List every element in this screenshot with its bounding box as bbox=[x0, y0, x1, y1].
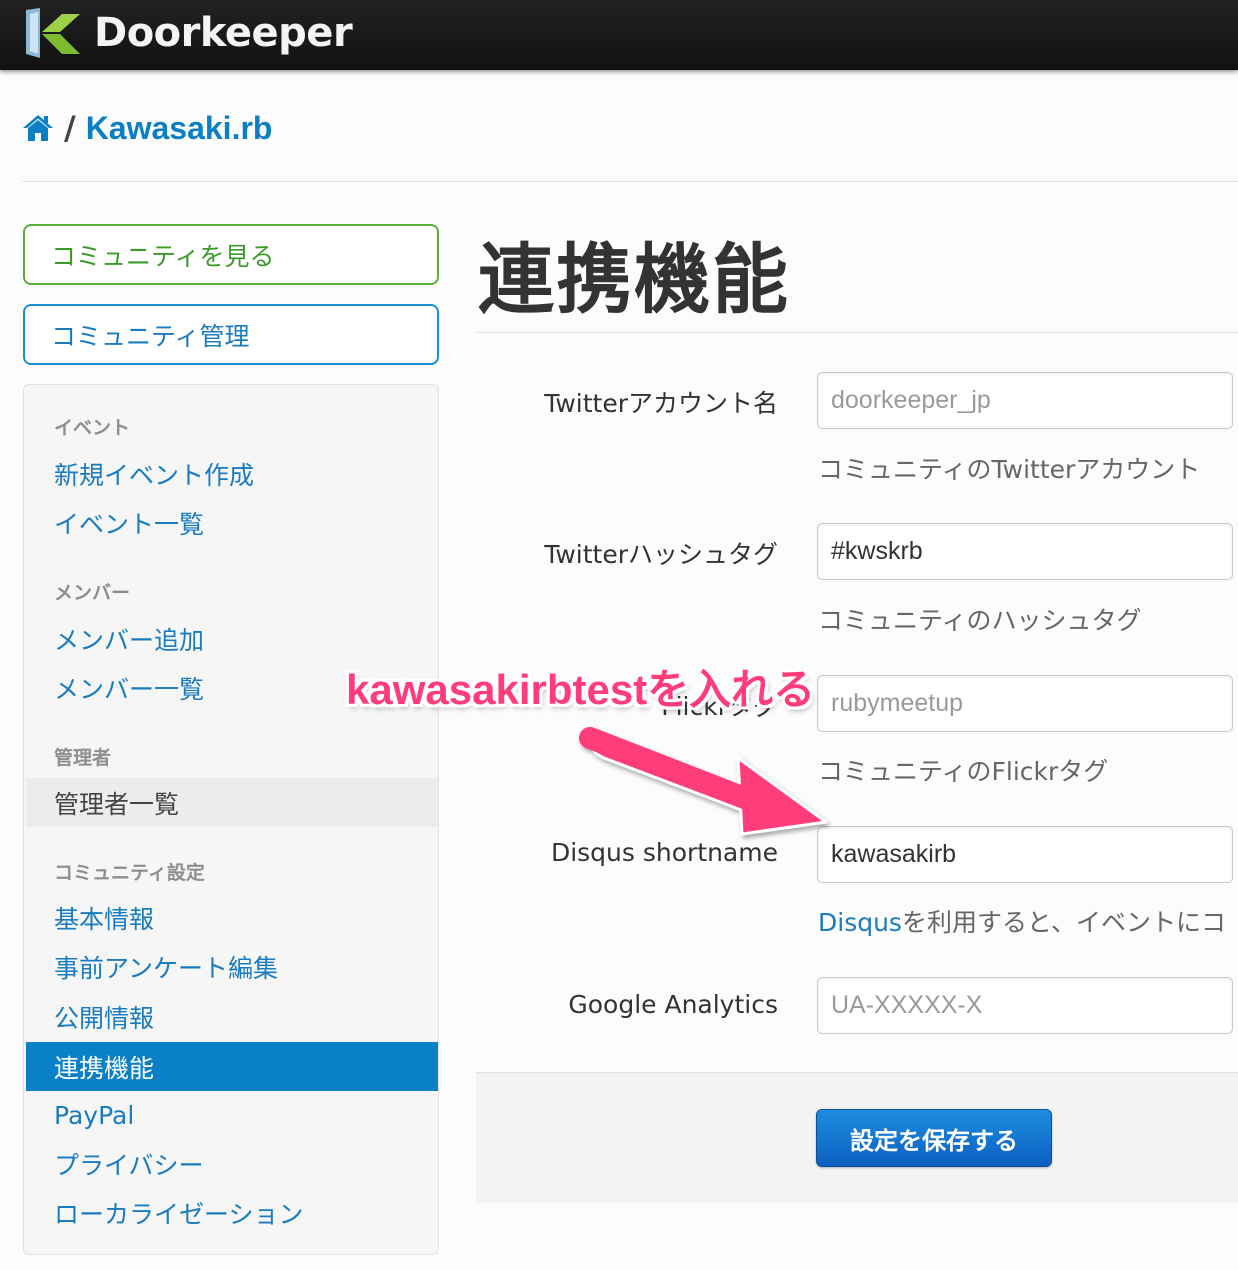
sidebar-item-basic-info[interactable]: 基本情報 bbox=[26, 893, 438, 942]
disqus-help: Disqusを利用すると、イベントにコ bbox=[818, 903, 1226, 939]
sidebar-item-questionnaire[interactable]: 事前アンケート編集 bbox=[26, 942, 438, 991]
top-navbar: Doorkeeper bbox=[0, 0, 1238, 70]
door-logo-icon bbox=[26, 8, 80, 58]
disqus-help-link[interactable]: Disqus bbox=[818, 908, 902, 937]
twitter-account-input[interactable] bbox=[817, 372, 1233, 429]
breadcrumb-separator: / bbox=[64, 109, 76, 147]
sidebar-item-new-event[interactable]: 新規イベント作成 bbox=[26, 449, 438, 498]
sidebar-item-integrations[interactable]: 連携機能 bbox=[26, 1042, 438, 1091]
twitter-hashtag-help: コミュニティのハッシュタグ bbox=[818, 606, 1142, 635]
view-community-button[interactable]: コミュニティを見る bbox=[23, 224, 439, 285]
sidebar-item-admin-list[interactable]: 管理者一覧 bbox=[26, 778, 438, 827]
twitter-hashtag-label: Twitterハッシュタグ bbox=[544, 540, 778, 569]
save-settings-button[interactable]: 設定を保存する bbox=[816, 1109, 1052, 1167]
page-title: 連携機能 bbox=[478, 235, 790, 324]
twitter-account-help: コミュニティのTwitterアカウント bbox=[818, 455, 1201, 484]
twitter-hashtag-input[interactable] bbox=[817, 523, 1233, 580]
disqus-help-text: を利用すると、イベントにコ bbox=[901, 908, 1226, 937]
flickr-tag-input[interactable] bbox=[817, 675, 1233, 732]
twitter-account-label: Twitterアカウント名 bbox=[544, 389, 778, 418]
flickr-tag-help: コミュニティのFlickrタグ bbox=[818, 757, 1109, 786]
sidebar-item-event-list[interactable]: イベント一覧 bbox=[26, 498, 438, 547]
manage-community-button[interactable]: コミュニティ管理 bbox=[23, 304, 439, 365]
nav-header-events: イベント bbox=[54, 417, 131, 439]
sidebar-item-public-info[interactable]: 公開情報 bbox=[26, 992, 438, 1041]
divider bbox=[22, 181, 1238, 182]
nav-header-admins: 管理者 bbox=[54, 747, 112, 769]
sidebar-item-paypal[interactable]: PayPal bbox=[26, 1091, 438, 1140]
sidebar-nav: イベント 新規イベント作成 イベント一覧 メンバー メンバー追加 メンバー一覧 … bbox=[23, 384, 439, 1255]
home-icon[interactable] bbox=[22, 113, 54, 143]
disqus-label: Disqus shortname bbox=[550, 838, 778, 867]
annotation-text: kawasakirbtestを入れる bbox=[346, 666, 816, 713]
nav-header-settings: コミュニティ設定 bbox=[54, 862, 205, 884]
divider bbox=[476, 332, 1238, 333]
google-analytics-label: Google Analytics bbox=[568, 990, 778, 1019]
logo-text: Doorkeeper bbox=[94, 10, 353, 56]
doorkeeper-logo[interactable]: Doorkeeper bbox=[22, 6, 353, 60]
sidebar-item-localization[interactable]: ローカライゼーション bbox=[26, 1188, 438, 1237]
breadcrumb-community-link[interactable]: Kawasaki.rb bbox=[86, 110, 273, 147]
nav-header-members: メンバー bbox=[54, 582, 131, 604]
sidebar-item-privacy[interactable]: プライバシー bbox=[26, 1139, 438, 1188]
google-analytics-input[interactable] bbox=[817, 977, 1233, 1034]
breadcrumb: / Kawasaki.rb bbox=[22, 106, 272, 150]
disqus-shortname-input[interactable] bbox=[817, 826, 1233, 883]
